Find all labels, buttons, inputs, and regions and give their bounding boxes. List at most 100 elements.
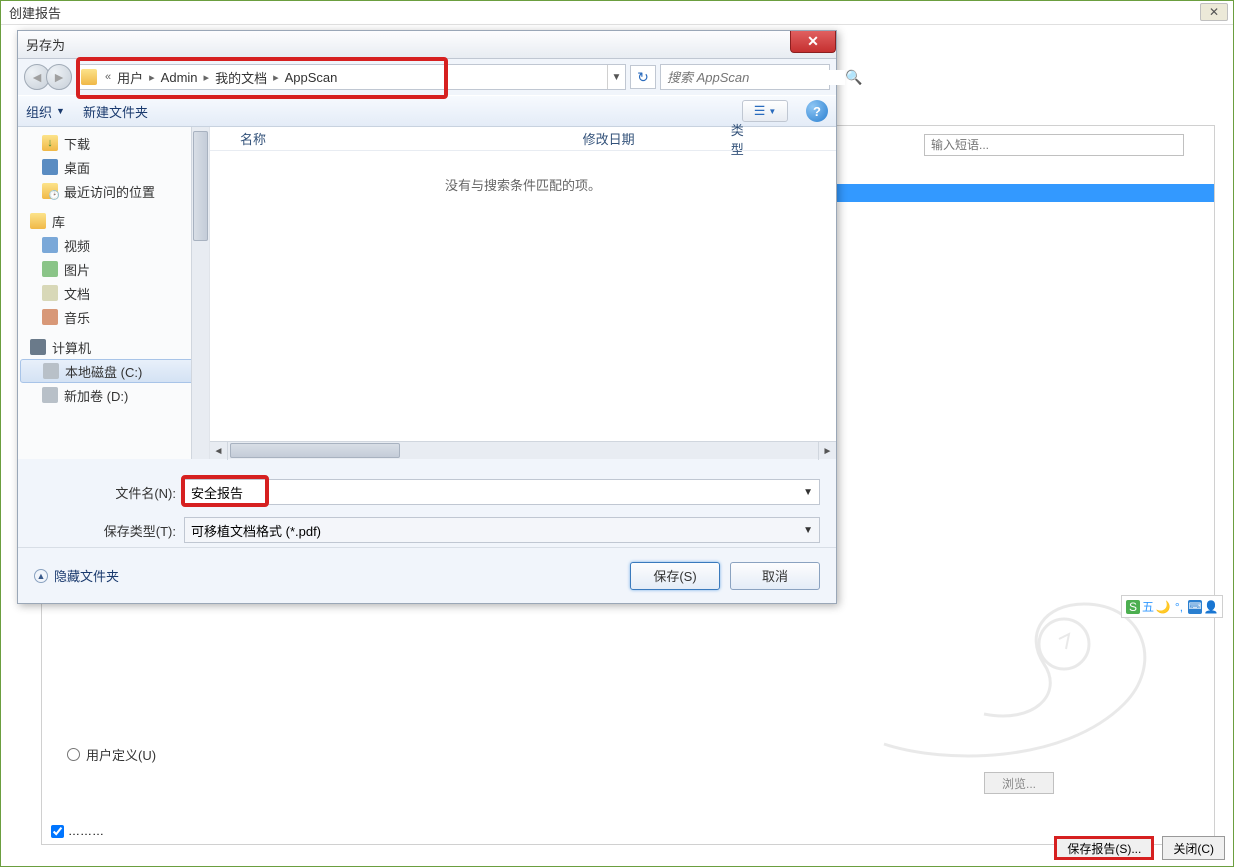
expand-up-icon: ▲ (34, 569, 48, 583)
chevron-down-icon[interactable]: ▼ (803, 487, 813, 498)
library-icon (30, 213, 46, 229)
user-defined-label: 用户定义(U) (86, 745, 156, 764)
hide-folders-toggle[interactable]: ▲ 隐藏文件夹 (34, 566, 119, 585)
ime-mode-label: 五 (1142, 598, 1154, 615)
hide-folders-label: 隐藏文件夹 (54, 566, 119, 585)
empty-list-message: 没有与搜索条件匹配的项。 (210, 175, 836, 194)
keyboard-icon: ⌨ (1188, 600, 1202, 614)
close-icon[interactable]: ✕ (1200, 3, 1228, 21)
chevron-right-icon: ▸ (200, 71, 214, 84)
filetype-select[interactable]: 可移植文档格式 (*.pdf) ▼ (184, 517, 820, 543)
bottom-checkbox-label: ……… (68, 824, 104, 838)
tree-item-computer[interactable]: 计算机 (18, 335, 209, 359)
refresh-button[interactable]: ↻ (630, 65, 656, 89)
disk-icon (43, 363, 59, 379)
bottom-checkbox-row[interactable]: ……… (51, 824, 104, 838)
document-icon (42, 285, 58, 301)
list-view-icon: ☰ (754, 103, 766, 119)
bottom-checkbox[interactable] (51, 825, 64, 838)
horizontal-scrollbar[interactable]: ◄ ► (210, 441, 836, 459)
breadcrumb-item[interactable]: AppScan (283, 70, 340, 85)
tree-scrollbar[interactable] (191, 127, 209, 459)
tree-item-pictures[interactable]: 图片 (18, 257, 209, 281)
tree-item-videos[interactable]: 视频 (18, 233, 209, 257)
desktop-icon (42, 159, 58, 175)
filename-value: 安全报告 (191, 483, 243, 502)
video-icon (42, 237, 58, 253)
filename-label: 文件名(N): (34, 483, 184, 502)
toolbar-row: 组织 ▼ 新建文件夹 ☰ ▼ ? (18, 95, 836, 127)
filetype-row: 保存类型(T): 可移植文档格式 (*.pdf) ▼ (18, 511, 836, 549)
parent-title: 创建报告 (9, 3, 61, 22)
scroll-left-icon[interactable]: ◄ (210, 442, 228, 460)
tree-item-desktop[interactable]: 桌面 (18, 155, 209, 179)
parent-window-controls: ✕ (1200, 3, 1228, 21)
punct-icon: °, (1172, 600, 1186, 614)
navigation-row: ◄ ► « 用户 ▸ Admin ▸ 我的文档 ▸ AppScan ▼ ↻ 🔍 (18, 59, 836, 95)
scrollbar-thumb[interactable] (193, 131, 208, 241)
scroll-right-icon[interactable]: ► (818, 442, 836, 460)
new-folder-button[interactable]: 新建文件夹 (83, 102, 148, 121)
organize-menu[interactable]: 组织 ▼ (26, 102, 65, 121)
parent-titlebar: 创建报告 (1, 1, 1233, 25)
cancel-button[interactable]: 取消 (730, 562, 820, 590)
filename-input[interactable]: 安全报告 ▼ (184, 479, 820, 505)
dialog-footer: ▲ 隐藏文件夹 保存(S) 取消 (18, 547, 836, 603)
scrollbar-thumb[interactable] (230, 443, 400, 458)
download-icon (42, 135, 58, 151)
dialog-title: 另存为 (26, 35, 65, 54)
browse-button[interactable]: 浏览... (984, 772, 1054, 794)
chevron-left-icon: « (101, 71, 115, 83)
file-list-panel[interactable]: 名称 修改日期 类型 没有与搜索条件匹配的项。 ◄ ► (210, 127, 836, 459)
column-header-name[interactable]: 名称 (240, 129, 583, 148)
search-icon[interactable]: 🔍 (845, 69, 862, 86)
moon-icon: 🌙 (1156, 600, 1170, 614)
filename-row: 文件名(N): 安全报告 ▼ (18, 473, 836, 511)
search-input[interactable] (667, 70, 845, 85)
save-report-button[interactable]: 保存报告(S)... (1054, 836, 1154, 860)
user-defined-radio[interactable] (67, 748, 80, 761)
folder-icon (81, 69, 97, 85)
music-icon (42, 309, 58, 325)
phrase-search-input[interactable] (924, 134, 1184, 156)
tree-item-music[interactable]: 音乐 (18, 305, 209, 329)
breadcrumb-item[interactable]: Admin (159, 70, 200, 85)
computer-icon (30, 339, 46, 355)
ime-logo-icon: S (1126, 600, 1140, 614)
disk-icon (42, 387, 58, 403)
tree-item-downloads[interactable]: 下载 (18, 131, 209, 155)
save-as-dialog: 另存为 ✕ ◄ ► « 用户 ▸ Admin ▸ 我的文档 ▸ AppScan … (17, 30, 837, 604)
chevron-down-icon: ▼ (56, 106, 65, 116)
breadcrumb-bar[interactable]: « 用户 ▸ Admin ▸ 我的文档 ▸ AppScan ▼ (76, 64, 626, 90)
ime-toolbar[interactable]: S 五 🌙 °, ⌨ 👤 (1121, 595, 1223, 618)
breadcrumb-dropdown[interactable]: ▼ (607, 65, 625, 89)
column-header-date[interactable]: 修改日期 (583, 129, 731, 148)
nav-forward-button[interactable]: ► (46, 64, 72, 90)
breadcrumb-item[interactable]: 我的文档 (213, 68, 269, 87)
dialog-close-button[interactable]: ✕ (790, 31, 836, 53)
close-button[interactable]: 关闭(C) (1162, 836, 1225, 860)
column-headers: 名称 修改日期 类型 (210, 127, 836, 151)
save-button[interactable]: 保存(S) (630, 562, 720, 590)
tree-item-libraries[interactable]: 库 (18, 209, 209, 233)
breadcrumb-item[interactable]: 用户 (115, 68, 145, 87)
chevron-down-icon: ▼ (768, 107, 776, 116)
watermark-image (864, 584, 1164, 764)
recent-icon (42, 183, 58, 199)
new-folder-label: 新建文件夹 (83, 102, 148, 121)
dialog-titlebar[interactable]: 另存为 ✕ (18, 31, 836, 59)
tree-item-disk-d[interactable]: 新加卷 (D:) (18, 383, 209, 407)
chevron-right-icon: ▸ (269, 71, 283, 84)
chevron-down-icon[interactable]: ▼ (803, 525, 813, 536)
organize-label: 组织 (26, 102, 52, 121)
search-box[interactable]: 🔍 (660, 64, 830, 90)
tree-item-disk-c[interactable]: 本地磁盘 (C:) (20, 359, 207, 383)
tree-item-recent[interactable]: 最近访问的位置 (18, 179, 209, 203)
user-defined-option[interactable]: 用户定义(U) (67, 745, 156, 764)
filetype-value: 可移植文档格式 (*.pdf) (191, 521, 321, 540)
user-icon: 👤 (1204, 600, 1218, 614)
folder-tree-panel[interactable]: 下载 桌面 最近访问的位置 库 视频 图片 文档 音乐 计算机 本地磁盘 (C:… (18, 127, 210, 459)
tree-item-documents[interactable]: 文档 (18, 281, 209, 305)
column-header-type[interactable]: 类型 (731, 120, 836, 158)
picture-icon (42, 261, 58, 277)
